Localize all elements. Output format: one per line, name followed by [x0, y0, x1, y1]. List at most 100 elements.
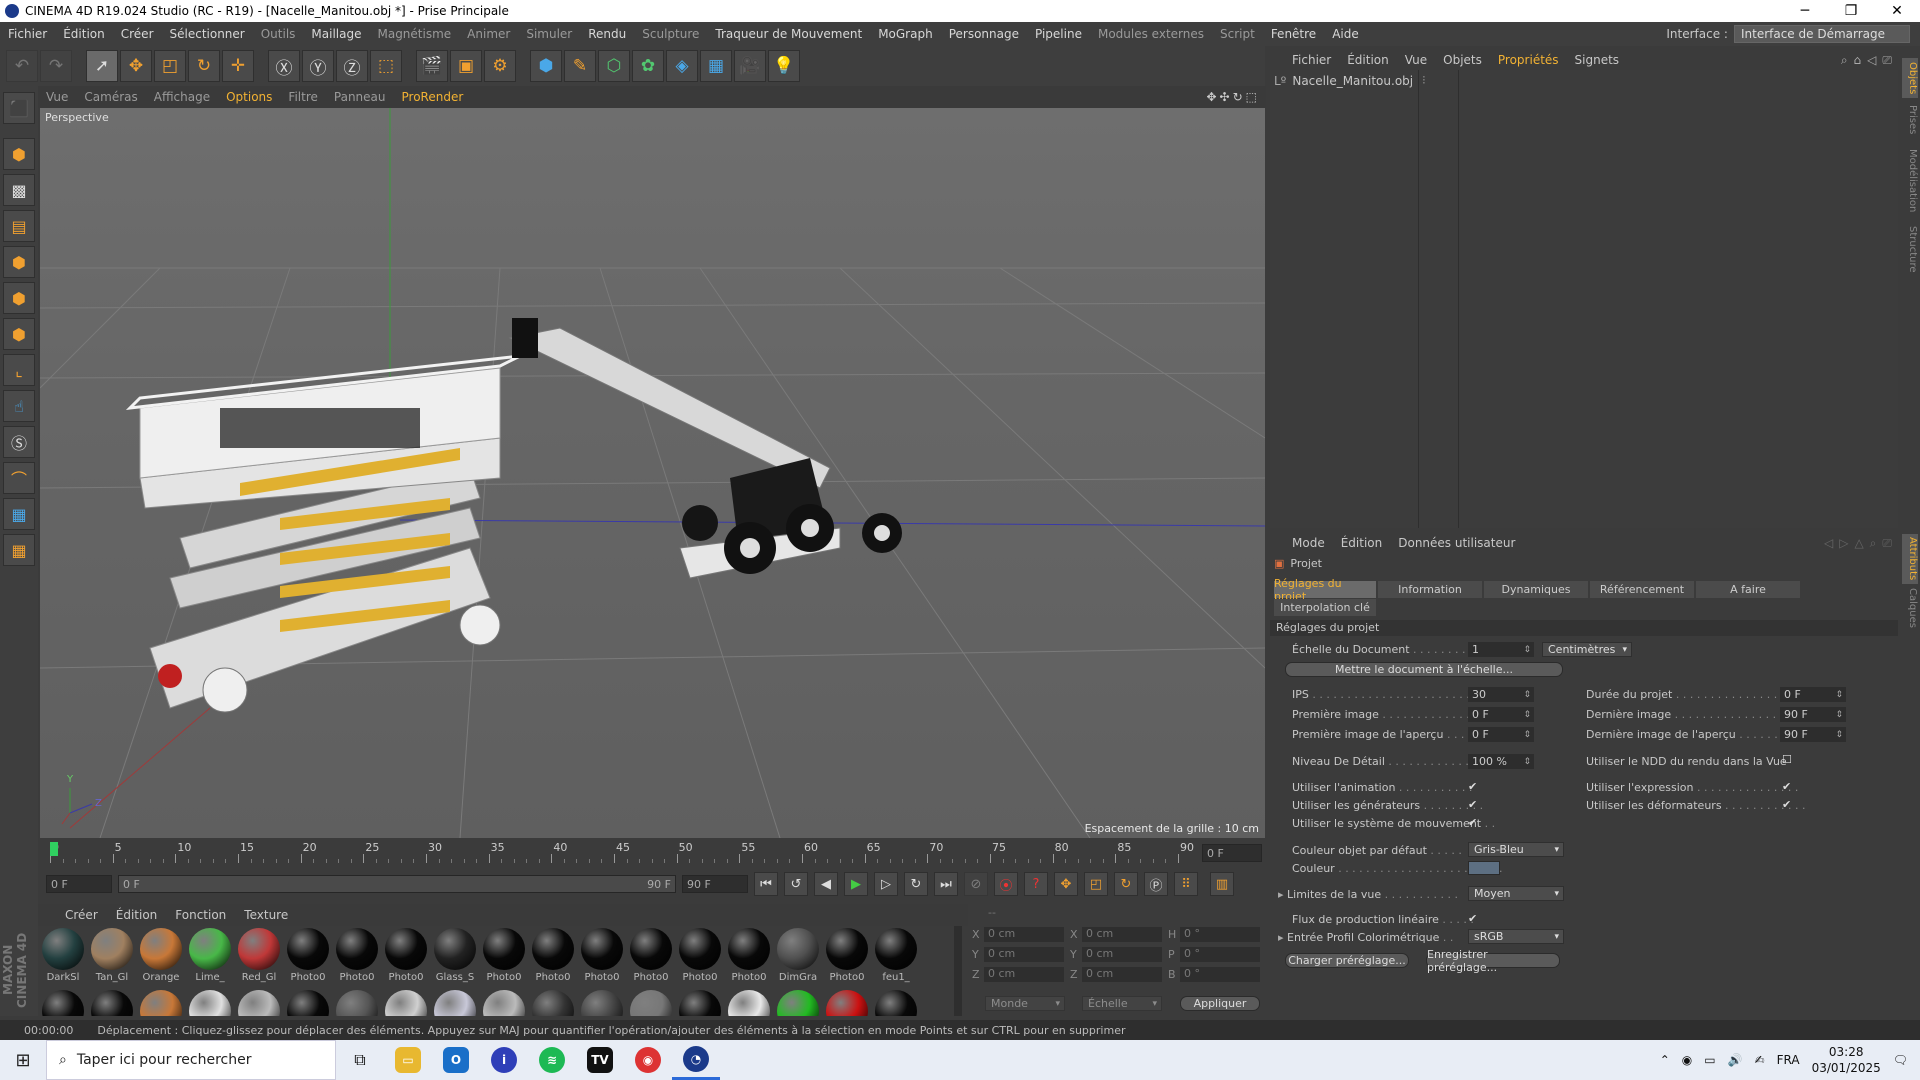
workplane-lock-icon[interactable]: ▦	[3, 498, 35, 530]
camera-icon[interactable]: 🎥	[734, 50, 766, 82]
material-swatch[interactable]	[432, 990, 478, 1016]
y-axis-lock-icon[interactable]: Ⓨ	[302, 50, 334, 82]
menu-15[interactable]: Modules externes	[1090, 27, 1212, 41]
menu-5[interactable]: Maillage	[303, 27, 369, 41]
undo-icon[interactable]: ↶	[6, 50, 38, 82]
menu-3[interactable]: Sélectionner	[162, 27, 253, 41]
coord-input[interactable]: 0 °	[1180, 967, 1260, 982]
coord-mode-dropdown[interactable]: Échelle	[1082, 996, 1162, 1011]
minimize-button[interactable]: ─	[1782, 3, 1828, 19]
coordinate-system-icon[interactable]: ⬚	[370, 50, 402, 82]
tab-dynamics[interactable]: Dynamiques	[1484, 581, 1588, 598]
menu-7[interactable]: Animer	[459, 27, 518, 41]
material-swatch[interactable]	[726, 990, 772, 1016]
render-picture-viewer-icon[interactable]: ▣	[450, 50, 482, 82]
material-swatch[interactable]	[40, 990, 86, 1016]
texture-mode-icon[interactable]: ▩	[3, 174, 35, 206]
polygons-mode-icon[interactable]: ⬢	[3, 318, 35, 350]
material-swatch[interactable]: Photo0	[726, 928, 772, 983]
spotify-icon[interactable]: ≋	[528, 1040, 576, 1080]
last-frame-input[interactable]: 90 F	[1780, 707, 1846, 722]
light-icon[interactable]: 💡	[768, 50, 800, 82]
live-selection-icon[interactable]: ➚	[86, 50, 118, 82]
object-menu-3[interactable]: Objets	[1435, 53, 1490, 67]
menu-13[interactable]: Personnage	[941, 27, 1027, 41]
attribute-menu-1[interactable]: Édition	[1333, 536, 1391, 550]
material-swatch[interactable]	[677, 990, 723, 1016]
taskbar-search-box[interactable]: ⌕ Taper ici pour rechercher	[46, 1040, 336, 1080]
menu-10[interactable]: Sculpture	[634, 27, 707, 41]
enable-axis-icon[interactable]: ⌞	[3, 354, 35, 386]
coord-input[interactable]: 0 cm	[984, 927, 1064, 942]
doc-unit-dropdown[interactable]: Centimètres	[1542, 642, 1632, 657]
object-menu-0[interactable]: Fichier	[1284, 53, 1339, 67]
interface-selector[interactable]: Interface : Interface de Démarrage	[1666, 25, 1920, 43]
material-scrollbar[interactable]	[954, 926, 962, 1016]
object-menu-5[interactable]: Signets	[1567, 53, 1628, 67]
use-animation-checkbox[interactable]: ✔	[1468, 780, 1477, 793]
fps-input[interactable]: 30	[1468, 687, 1534, 702]
material-swatch[interactable]: Photo0	[481, 928, 527, 983]
object-menu-4[interactable]: Propriétés	[1490, 53, 1567, 67]
material-swatch[interactable]	[236, 990, 282, 1016]
key-position-icon[interactable]: ✥	[1054, 872, 1078, 896]
outlook-icon[interactable]: O	[432, 1040, 480, 1080]
object-menu-1[interactable]: Édition	[1339, 53, 1397, 67]
scissor-lift-model[interactable]	[125, 354, 521, 713]
menu-6[interactable]: Magnétisme	[369, 27, 459, 41]
viewport-menu-6[interactable]: ProRender	[394, 90, 472, 104]
redo-icon[interactable]: ↷	[40, 50, 72, 82]
menu-16[interactable]: Script	[1212, 27, 1263, 41]
viewport-menu-1[interactable]: Caméras	[76, 90, 145, 104]
coord-input[interactable]: 0 cm	[984, 947, 1064, 962]
tradingview-icon[interactable]: TV	[576, 1040, 624, 1080]
record-key-icon[interactable]: ⦿	[994, 872, 1018, 896]
tab-todo[interactable]: A faire	[1696, 581, 1800, 598]
goto-start-icon[interactable]: ⏮	[754, 872, 778, 896]
coord-input[interactable]: 0 cm	[984, 967, 1064, 982]
floor-environment-icon[interactable]: ▦	[700, 50, 732, 82]
notifications-icon[interactable]: 🗨	[1893, 1053, 1908, 1067]
tab-layers[interactable]: Calques	[1902, 588, 1918, 628]
menu-2[interactable]: Créer	[113, 27, 162, 41]
start-frame-field[interactable]: 0 F	[46, 875, 112, 893]
points-mode-icon[interactable]: ⬢	[3, 246, 35, 278]
material-swatch[interactable]: Photo0	[285, 928, 331, 983]
apply-button[interactable]: Appliquer	[1180, 996, 1260, 1011]
material-menu-2[interactable]: Fonction	[166, 908, 235, 922]
windows-start-icon[interactable]: ⊞	[0, 1050, 46, 1071]
solo-mode-icon[interactable]: Ⓢ	[3, 426, 35, 458]
workplane-mode-icon[interactable]: ▤	[3, 210, 35, 242]
preview-last-input[interactable]: 90 F	[1780, 727, 1846, 742]
viewport-menu-2[interactable]: Affichage	[146, 90, 218, 104]
timeline-window-icon[interactable]: ▥	[1210, 872, 1234, 896]
key-scale-icon[interactable]: ◰	[1084, 872, 1108, 896]
cinema4d-taskbar-icon[interactable]: ◔	[672, 1040, 720, 1080]
tab-attributes[interactable]: Attributs	[1902, 534, 1918, 584]
material-swatch[interactable]: Glass_S	[432, 928, 478, 983]
material-swatch[interactable]: Photo0	[334, 928, 380, 983]
coord-space-dropdown[interactable]: Monde	[985, 996, 1065, 1011]
material-menu-3[interactable]: Texture	[235, 908, 297, 922]
duration-input[interactable]: 0 F	[1780, 687, 1846, 702]
menu-14[interactable]: Pipeline	[1027, 27, 1090, 41]
coord-input[interactable]: 0 cm	[1082, 967, 1162, 982]
material-swatch[interactable]	[89, 990, 135, 1016]
camera-label[interactable]: Perspective	[45, 111, 109, 124]
material-swatch[interactable]: Photo0	[383, 928, 429, 983]
playhead[interactable]	[50, 842, 58, 856]
tab-information[interactable]: Information	[1378, 581, 1482, 598]
object-manager[interactable]: Lº Nacelle_Manitou.obj ⁝	[1270, 70, 1898, 528]
clock[interactable]: 03:28 03/01/2025	[1812, 1044, 1881, 1076]
tab-modeling[interactable]: Modélisation	[1902, 142, 1918, 220]
tab-referencing[interactable]: Référencement	[1590, 581, 1694, 598]
z-axis-lock-icon[interactable]: Ⓩ	[336, 50, 368, 82]
material-swatch[interactable]	[775, 990, 821, 1016]
tray-meet-icon[interactable]: ◉	[1682, 1053, 1692, 1067]
tab-structure[interactable]: Structure	[1902, 224, 1918, 274]
snapping-icon[interactable]: ⌒	[3, 462, 35, 494]
recent-tool-icon[interactable]: ✛	[222, 50, 254, 82]
viewport-perspective[interactable]: Perspective Y Z Espacement de la grille …	[40, 108, 1265, 838]
tab-project-settings[interactable]: Réglages du projet	[1274, 577, 1376, 603]
close-button[interactable]: ✕	[1874, 3, 1920, 19]
